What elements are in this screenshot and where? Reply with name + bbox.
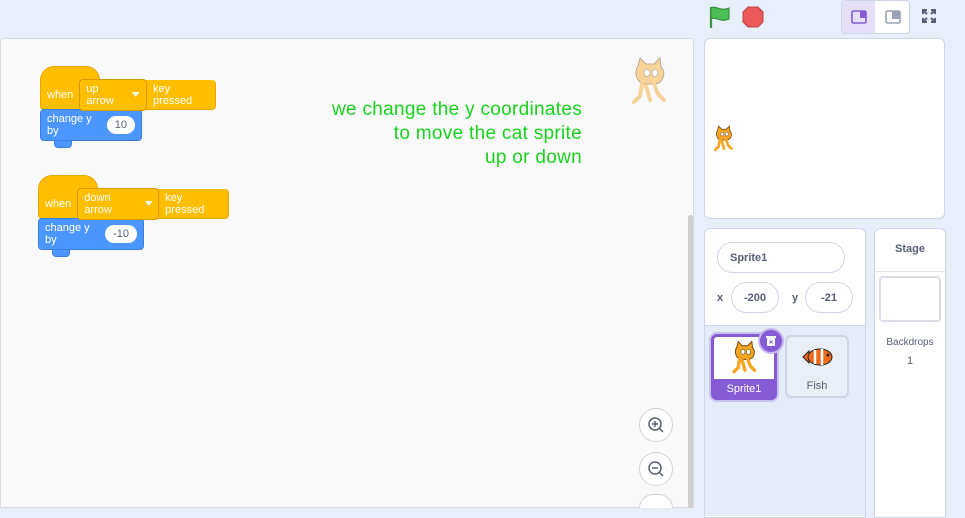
stage-title: Stage [895,243,925,255]
comment-line-3: up or down [484,147,582,168]
when-label: when [45,197,72,210]
sprite-name-field[interactable]: Sprite1 [717,242,845,273]
large-stage-button[interactable] [876,1,909,33]
sprite-name-value: Sprite1 [730,251,768,264]
sprite-tile-fish[interactable]: Fish [785,335,849,398]
key-dropdown[interactable]: down arrow [77,187,160,220]
stop-icon [742,6,764,28]
zoom-out-icon [648,461,664,477]
green-flag-icon [709,6,730,28]
code-scrollbar[interactable] [688,215,693,508]
when-key-pressed-block[interactable]: when down arrow key pressed [38,187,229,220]
dropdown-arrow-icon [144,201,153,206]
dropdown-arrow-icon [132,92,140,97]
backdrops-label: Backdrops [886,337,934,348]
key-dropdown-label: down arrow [84,191,112,216]
hat-cap [40,66,100,80]
backdrops-count: 1 [906,355,914,367]
sprite-label: Fish [806,380,828,392]
green-flag-button[interactable] [706,4,734,30]
zoom-in-icon [648,417,664,433]
delete-sprite-button[interactable] [758,328,784,354]
divider [875,271,945,272]
top-toolbar [0,0,965,38]
sprite-label: Sprite1 [726,383,762,395]
trash-icon [766,336,776,346]
key-dropdown[interactable]: up arrow [79,78,147,111]
y-label: y [792,292,799,304]
change-y-label: change y by [45,222,90,246]
change-y-block[interactable]: change y by 10 [40,109,142,141]
stop-button[interactable] [740,4,766,30]
key-pressed-label: key pressed [152,82,193,107]
zoom-out-button[interactable] [639,452,673,486]
sprite-watermark-icon [628,56,672,113]
small-stage-icon [850,10,867,24]
when-label: when [47,88,74,101]
x-position-value: -200 [743,291,767,304]
y-position-value: -21 [821,291,837,304]
change-y-input[interactable]: -10 [105,225,137,243]
block-notch [54,141,72,148]
change-y-input[interactable]: 10 [106,116,135,134]
block-notch [52,250,70,257]
script-down-arrow[interactable]: when down arrow key pressed change y by … [38,175,229,257]
x-label: x [717,292,724,304]
y-position-field[interactable]: -21 [805,282,853,313]
when-key-pressed-block[interactable]: when up arrow key pressed [40,78,216,111]
sprite-list: Sprite1 Fish [705,325,865,516]
backdrop-thumbnail[interactable] [879,276,941,322]
zoom-in-button[interactable] [639,408,673,442]
comment-note: we change the y coordinates to move the … [282,98,582,170]
stage-canvas[interactable] [704,38,945,219]
change-y-label: change y by [47,113,92,137]
cat-sprite-icon [730,340,760,381]
fullscreen-icon [922,9,936,23]
x-position-field[interactable]: -200 [731,282,779,313]
script-up-arrow[interactable]: when up arrow key pressed change y by 10 [40,66,216,148]
key-dropdown-label: up arrow [86,82,114,107]
comment-line-2: to move the cat sprite [393,123,582,144]
fish-sprite-icon [801,346,835,373]
change-y-block[interactable]: change y by -10 [38,218,144,250]
key-pressed-label: key pressed [165,191,205,216]
cat-sprite-on-stage-icon [712,125,736,158]
hat-cap [38,175,98,189]
stage-size-toggle [841,0,910,34]
large-stage-icon [884,10,901,24]
fullscreen-button[interactable] [914,0,944,32]
small-stage-button[interactable] [842,1,875,33]
stage-selector-pane[interactable]: Stage Backdrops 1 [874,228,946,518]
comment-line-1: we change the y coordinates [332,99,582,120]
